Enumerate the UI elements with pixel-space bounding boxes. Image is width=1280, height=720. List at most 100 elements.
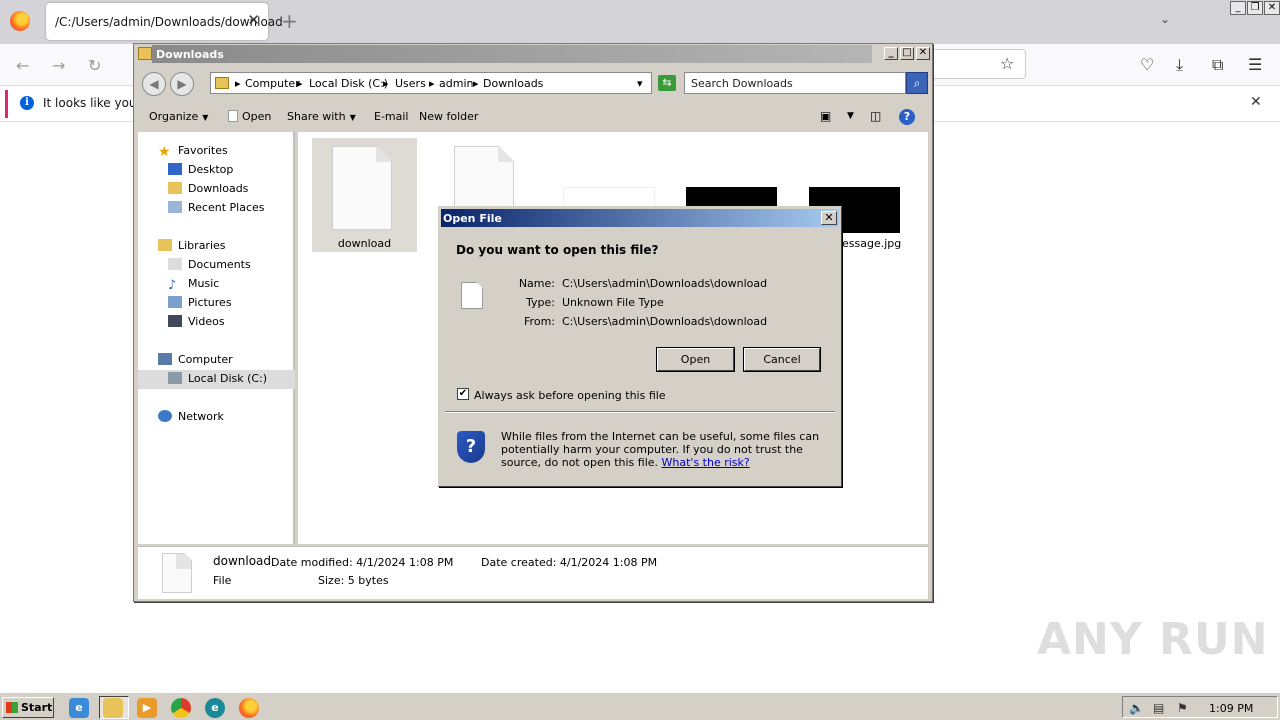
document-icon [228, 110, 238, 122]
nav-item-downloads[interactable]: Downloads [168, 182, 248, 195]
clock[interactable]: 1:09 PM [1209, 702, 1253, 715]
restore-icon[interactable]: ❐ [1247, 1, 1263, 15]
start-button[interactable]: Start [2, 697, 54, 718]
breadcrumb-arrow-icon[interactable]: ▸ [297, 77, 303, 90]
breadcrumb-arrow-icon[interactable]: ▸ [429, 77, 435, 90]
explorer-title-bar[interactable]: Downloads _ □ ✕ [134, 44, 932, 64]
chevron-down-icon[interactable]: ⌄ [1160, 12, 1170, 26]
browser-tab[interactable]: /C:/Users/admin/Downloads/download ✕ [46, 3, 283, 40]
search-icon[interactable]: ⌕ [906, 72, 928, 94]
title-gradient [152, 45, 872, 63]
nav-item-favorites[interactable]: ★ Favorites [158, 144, 228, 160]
breadcrumb-arrow-icon[interactable]: ▸ [473, 77, 479, 90]
system-tray: 🔈 ▤ ⚑ 1:09 PM [1122, 696, 1278, 718]
videos-icon [168, 315, 182, 327]
details-file-size: Size: 5 bytes [318, 574, 389, 587]
close-icon[interactable]: ✕ [821, 211, 837, 225]
cancel-button[interactable]: Cancel [744, 348, 820, 371]
forward-arrow-icon[interactable]: → [52, 56, 65, 75]
close-icon[interactable]: ✕ [916, 47, 930, 60]
always-ask-checkbox[interactable]: ✔ [457, 388, 469, 400]
dialog-title-bar[interactable]: Open File ✕ [441, 209, 839, 227]
type-label: Type: [526, 296, 555, 309]
nav-item-music[interactable]: ♪ Music [168, 277, 219, 293]
tab-close-icon[interactable]: ✕ [247, 11, 260, 29]
menu-icon[interactable]: ☰ [1248, 55, 1262, 74]
bookmark-star-icon[interactable]: ☆ [1000, 54, 1014, 73]
nav-label: Documents [188, 258, 251, 271]
media-player-icon[interactable]: ▶ [137, 698, 157, 718]
back-arrow-icon[interactable]: ← [16, 56, 29, 75]
network-tray-icon[interactable]: ▤ [1153, 701, 1164, 715]
nav-item-libraries[interactable]: Libraries [158, 239, 226, 252]
share-with-button[interactable]: Share with ▼ [287, 110, 356, 123]
notice-stripe [5, 90, 8, 118]
pocket-icon[interactable]: ♡ [1140, 55, 1154, 74]
view-icon[interactable]: ▣ [820, 109, 831, 123]
edge-icon[interactable]: e [205, 698, 225, 718]
nav-item-desktop[interactable]: Desktop [168, 163, 233, 176]
refresh-icon[interactable]: ⇆ [658, 75, 676, 91]
nav-item-videos[interactable]: Videos [168, 315, 225, 328]
browser-tab-bar: /C:/Users/admin/Downloads/download ✕ + ⌄… [0, 0, 1280, 44]
notice-close-icon[interactable]: ✕ [1250, 94, 1262, 110]
address-dropdown-icon[interactable]: ▾ [637, 77, 643, 90]
open-button[interactable]: Open [228, 110, 271, 123]
breadcrumb-arrow-icon[interactable]: ▸ [235, 77, 241, 90]
breadcrumb-local-disk[interactable]: Local Disk (C:) [309, 77, 388, 90]
download-icon[interactable]: ⤓ [1176, 55, 1183, 75]
nav-item-computer[interactable]: Computer [158, 353, 233, 366]
organize-button[interactable]: Organize ▼ [149, 110, 208, 123]
extensions-icon[interactable]: ⧉ [1212, 55, 1223, 75]
nav-label: Libraries [178, 239, 226, 252]
forward-arrow-icon[interactable]: ▶ [170, 72, 194, 96]
back-arrow-icon[interactable]: ◀ [142, 72, 166, 96]
reload-icon[interactable]: ↻ [88, 56, 101, 75]
breadcrumb-users[interactable]: Users [395, 77, 426, 90]
search-input[interactable]: Search Downloads [684, 72, 906, 94]
nav-item-local-disk[interactable]: Local Disk (C:) [168, 372, 267, 385]
organize-label: Organize [149, 110, 199, 123]
dropdown-arrow-icon: ▼ [349, 113, 356, 122]
file-label-download[interactable]: download [312, 237, 417, 250]
local-disk-icon [168, 372, 182, 384]
view-dropdown-icon[interactable]: ▼ [847, 111, 854, 121]
firefox-icon[interactable] [239, 698, 259, 718]
nav-label: Videos [188, 315, 225, 328]
action-center-flag-icon[interactable]: ⚑ [1177, 701, 1188, 715]
volume-icon[interactable]: 🔈 [1129, 701, 1144, 715]
file-icon-download[interactable] [332, 146, 392, 230]
new-folder-button[interactable]: New folder [419, 110, 478, 123]
minimize-icon[interactable]: _ [1230, 1, 1246, 15]
chrome-icon[interactable] [171, 698, 191, 718]
file-thumbnail-white[interactable] [563, 187, 655, 207]
documents-icon [168, 258, 182, 270]
whats-the-risk-link[interactable]: What's the risk? [662, 456, 750, 469]
help-icon[interactable]: ? [899, 109, 915, 125]
nav-item-network[interactable]: Network [158, 410, 224, 423]
minimize-icon[interactable]: _ [884, 47, 898, 60]
nav-item-recent-places[interactable]: Recent Places [168, 201, 265, 214]
libraries-icon [158, 239, 172, 251]
details-file-type: File [213, 574, 232, 587]
file-label-message[interactable]: essage.jpg [842, 237, 912, 250]
breadcrumb-arrow-icon[interactable]: ▸ [383, 77, 389, 90]
dialog-title: Open File [443, 212, 502, 225]
maximize-icon[interactable]: □ [900, 47, 914, 60]
explorer-folder-icon[interactable] [103, 698, 123, 718]
breadcrumb-computer[interactable]: Computer [245, 77, 300, 90]
nav-label: Favorites [178, 144, 228, 157]
breadcrumb[interactable]: ▸ Computer ▸ Local Disk (C:) ▸ Users ▸ a… [210, 72, 652, 94]
close-icon[interactable]: ✕ [1264, 1, 1280, 15]
nav-item-pictures[interactable]: Pictures [168, 296, 232, 309]
breadcrumb-downloads[interactable]: Downloads [483, 77, 543, 90]
internet-explorer-icon[interactable]: e [69, 698, 89, 718]
downloads-folder-icon [168, 182, 182, 194]
always-ask-label[interactable]: Always ask before opening this file [474, 389, 666, 402]
email-button[interactable]: E-mail [374, 110, 409, 123]
preview-pane-icon[interactable]: ◫ [870, 109, 881, 123]
new-tab-icon[interactable]: + [281, 9, 298, 33]
nav-item-documents[interactable]: Documents [168, 258, 251, 271]
breadcrumb-admin[interactable]: admin [439, 77, 473, 90]
open-button[interactable]: Open [657, 348, 734, 371]
